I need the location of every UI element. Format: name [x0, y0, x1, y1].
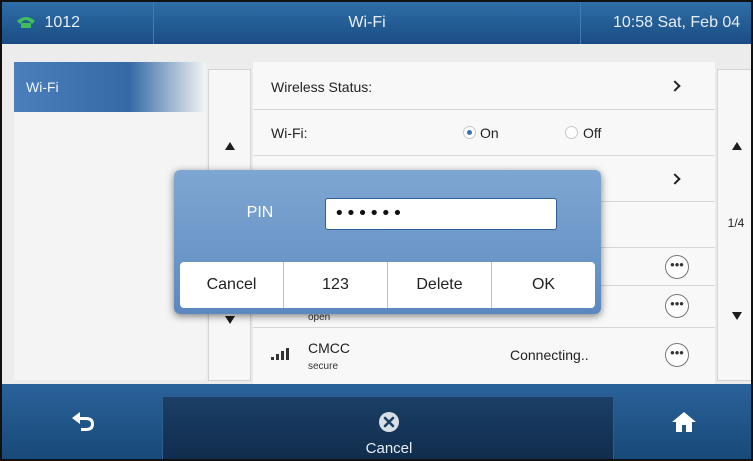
- home-icon: [672, 412, 696, 432]
- wireless-status-row[interactable]: Wireless Status:: [253, 62, 715, 110]
- home-button[interactable]: [614, 384, 751, 459]
- ok-button[interactable]: OK: [492, 262, 595, 308]
- datetime: 10:58 Sat, Feb 04: [580, 2, 751, 44]
- page-up-arrow-icon[interactable]: [732, 142, 742, 150]
- signal-strength-icon: [271, 346, 293, 360]
- wifi-toggle-row: Wi-Fi: On Off: [253, 110, 715, 156]
- wifi-off-label: Off: [583, 125, 602, 141]
- right-scroll-column: 1/4: [717, 69, 751, 381]
- wifi-on-radio[interactable]: [463, 126, 476, 139]
- pin-dialog: PIN •••••• Cancel 123 Delete OK: [174, 170, 601, 314]
- pin-dialog-buttons: Cancel 123 Delete OK: [174, 262, 601, 314]
- menu-item-wifi[interactable]: Wi-Fi: [14, 62, 206, 112]
- wifi-off-radio[interactable]: [565, 126, 578, 139]
- softkey-bar: Cancel: [2, 384, 751, 459]
- cancel-softkey[interactable]: Cancel: [162, 396, 614, 459]
- more-options-icon[interactable]: •••: [665, 255, 689, 279]
- wifi-label: Wi-Fi:: [271, 125, 308, 141]
- phone-screen: 1012 Wi-Fi 10:58 Sat, Feb 04 Wi-Fi Wirel…: [0, 0, 753, 461]
- delete-button[interactable]: Delete: [388, 262, 492, 308]
- status-bar: 1012 Wi-Fi 10:58 Sat, Feb 04: [2, 2, 751, 44]
- back-button[interactable]: [2, 384, 162, 459]
- chevron-right-icon: [669, 80, 681, 92]
- scroll-up-arrow-icon[interactable]: [225, 142, 235, 150]
- scroll-down-arrow-icon[interactable]: [225, 316, 235, 324]
- wireless-status-label: Wireless Status:: [271, 79, 373, 95]
- network-ssid: CMCC: [308, 340, 350, 356]
- page-title: Wi-Fi: [348, 14, 386, 31]
- close-circle-icon: [379, 412, 399, 432]
- account-indicator: 1012: [2, 2, 154, 44]
- more-options-icon[interactable]: •••: [665, 294, 689, 318]
- input-mode-button[interactable]: 123: [284, 262, 388, 308]
- page-indicator: 1/4: [727, 216, 745, 230]
- pin-label: PIN: [246, 204, 274, 221]
- network-status: Connecting..: [510, 347, 589, 363]
- cancel-softkey-label: Cancel: [365, 440, 413, 457]
- phone-icon: [17, 17, 35, 28]
- network-security: secure: [308, 361, 339, 372]
- back-arrow-icon: [72, 412, 94, 431]
- cancel-button[interactable]: Cancel: [180, 262, 284, 308]
- chevron-right-icon: [669, 173, 681, 185]
- page-down-arrow-icon[interactable]: [732, 312, 742, 320]
- pin-input[interactable]: ••••••: [325, 198, 557, 230]
- extension-number: 1012: [44, 14, 81, 31]
- pin-dialog-body: PIN ••••••: [174, 170, 601, 262]
- wifi-on-label: On: [480, 125, 499, 141]
- more-options-icon[interactable]: •••: [665, 343, 689, 367]
- network-item[interactable]: CMCC secure Connecting.. •••: [253, 328, 715, 384]
